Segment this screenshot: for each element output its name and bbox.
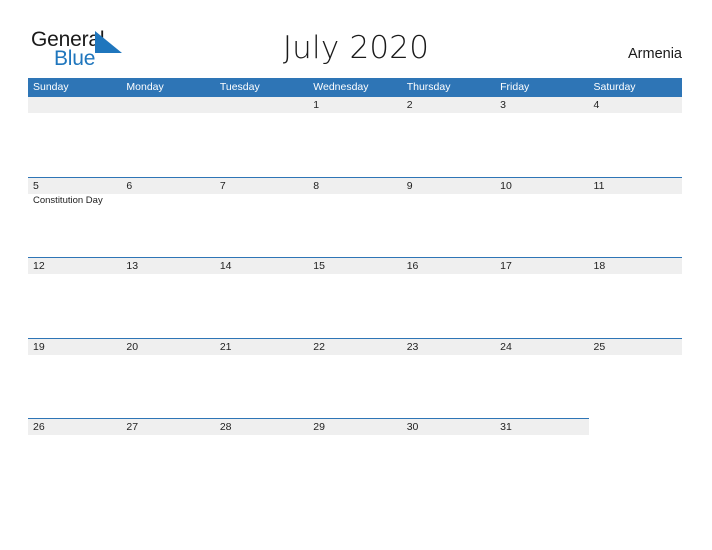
day-number: 3 bbox=[500, 99, 506, 111]
calendar-week-row: 5 Constitution Day 6 7 8 9 10 11 bbox=[28, 176, 682, 258]
day-number: 29 bbox=[313, 421, 325, 433]
day-number: 1 bbox=[313, 99, 320, 111]
weekday-header-sunday: Sunday bbox=[33, 81, 69, 93]
weekday-header-row: Sunday Monday Tuesday Wednesday Thursday… bbox=[28, 78, 682, 96]
day-number: 30 bbox=[406, 421, 419, 433]
day-number: 22 bbox=[313, 340, 325, 353]
day-number: 5 bbox=[33, 179, 39, 192]
week-cells: 12 13 14 15 16 17 18 bbox=[28, 257, 682, 338]
day-cell[interactable]: 11 bbox=[589, 177, 682, 258]
day-number: 28 bbox=[219, 421, 232, 433]
day-cell[interactable]: 23 bbox=[402, 338, 495, 419]
day-cell[interactable]: 16 bbox=[402, 257, 495, 338]
weekday-header-saturday: Saturday bbox=[593, 81, 636, 93]
calendar-week-row: 12 13 14 15 16 17 18 bbox=[28, 257, 682, 338]
day-number: 25 bbox=[593, 340, 606, 353]
day-cell[interactable]: 13 bbox=[121, 257, 214, 338]
calendar-week-row: 19 20 21 22 23 24 25 bbox=[28, 337, 682, 419]
page-title: July 2020 bbox=[282, 30, 430, 66]
day-number: 8 bbox=[313, 179, 320, 192]
day-cell[interactable]: 14 bbox=[215, 257, 308, 338]
weekday-header-tuesday: Tuesday bbox=[219, 81, 260, 93]
day-cell[interactable]: 31 bbox=[495, 418, 588, 499]
day-number: 13 bbox=[126, 260, 139, 272]
day-number: 21 bbox=[219, 340, 232, 353]
day-number: 10 bbox=[500, 179, 512, 192]
calendar-grid: Sunday Monday Tuesday Wednesday Thursday… bbox=[28, 78, 682, 499]
day-number: 18 bbox=[593, 260, 606, 272]
weekday-header-wednesday: Wednesday bbox=[313, 81, 369, 93]
day-cell[interactable]: 30 bbox=[402, 418, 495, 499]
day-cell[interactable]: 10 bbox=[495, 177, 588, 258]
day-number: 12 bbox=[33, 260, 45, 272]
day-number: 16 bbox=[406, 260, 419, 272]
day-cell[interactable]: 2 bbox=[402, 96, 495, 177]
day-number: 24 bbox=[500, 340, 512, 353]
day-cell[interactable]: 9 bbox=[402, 177, 495, 258]
day-number: 26 bbox=[33, 421, 45, 433]
day-number: 20 bbox=[126, 340, 139, 353]
weekday-header-monday: Monday bbox=[126, 81, 164, 93]
day-number: 19 bbox=[33, 340, 45, 353]
day-cell[interactable]: 17 bbox=[495, 257, 588, 338]
day-cell[interactable]: 29 bbox=[308, 418, 401, 499]
calendar-week-row: 26 27 28 29 30 31 bbox=[28, 418, 682, 499]
day-cell-empty bbox=[215, 96, 308, 177]
day-number: 4 bbox=[593, 99, 600, 111]
day-cell[interactable]: 27 bbox=[121, 418, 214, 499]
weekday-header-thursday: Thursday bbox=[406, 81, 451, 93]
page-header: General Blue July 2020 Armenia bbox=[0, 0, 712, 78]
day-cell[interactable]: 3 bbox=[495, 96, 588, 177]
day-number: 6 bbox=[126, 179, 133, 192]
day-cell[interactable]: 25 bbox=[589, 338, 682, 419]
day-number: 27 bbox=[126, 421, 139, 433]
day-cell[interactable]: 28 bbox=[215, 418, 308, 499]
week-cells: 1 2 3 4 bbox=[28, 96, 682, 177]
week-cells: 5 Constitution Day 6 7 8 9 10 11 bbox=[28, 177, 682, 258]
day-number: 14 bbox=[219, 260, 232, 272]
day-number: 2 bbox=[406, 99, 413, 111]
week-cells: 26 27 28 29 30 31 bbox=[28, 418, 682, 499]
calendar-week-row: 1 2 3 4 bbox=[28, 96, 682, 177]
region-label: Armenia bbox=[628, 46, 682, 62]
day-cell[interactable]: 1 bbox=[308, 96, 401, 177]
day-cell[interactable]: 8 bbox=[308, 177, 401, 258]
day-number: 23 bbox=[406, 340, 419, 353]
day-cell[interactable]: 21 bbox=[215, 338, 308, 419]
day-cell[interactable]: 24 bbox=[495, 338, 588, 419]
day-cell[interactable]: 4 bbox=[589, 96, 682, 177]
weekday-header-friday: Friday bbox=[500, 81, 530, 93]
day-number: 17 bbox=[500, 260, 512, 272]
day-number: 15 bbox=[313, 260, 325, 272]
day-cell-empty bbox=[121, 96, 214, 177]
day-cell[interactable]: 20 bbox=[121, 338, 214, 419]
day-cell[interactable]: 5 Constitution Day bbox=[28, 177, 121, 258]
week-cells: 19 20 21 22 23 24 25 bbox=[28, 338, 682, 419]
day-cell[interactable]: 7 bbox=[215, 177, 308, 258]
day-number: 9 bbox=[406, 179, 413, 192]
day-cell[interactable]: 12 bbox=[28, 257, 121, 338]
day-cell[interactable]: 15 bbox=[308, 257, 401, 338]
day-number: 7 bbox=[219, 179, 226, 192]
day-cell-empty bbox=[28, 96, 121, 177]
day-cell[interactable]: 18 bbox=[589, 257, 682, 338]
day-cell[interactable]: 22 bbox=[308, 338, 401, 419]
day-cell[interactable]: 6 bbox=[121, 177, 214, 258]
day-number: 31 bbox=[500, 421, 512, 433]
day-number: 11 bbox=[593, 179, 605, 192]
day-cell[interactable]: 26 bbox=[28, 418, 121, 499]
calendar-page: General Blue July 2020 Armenia Sunday Mo… bbox=[0, 0, 712, 550]
day-cell-empty bbox=[589, 418, 682, 499]
calendar-weeks: 1 2 3 4 5 Constitution Day 6 7 8 9 10 11 12 13 14 15 16 1… bbox=[28, 96, 682, 499]
day-cell[interactable]: 19 bbox=[28, 338, 121, 419]
